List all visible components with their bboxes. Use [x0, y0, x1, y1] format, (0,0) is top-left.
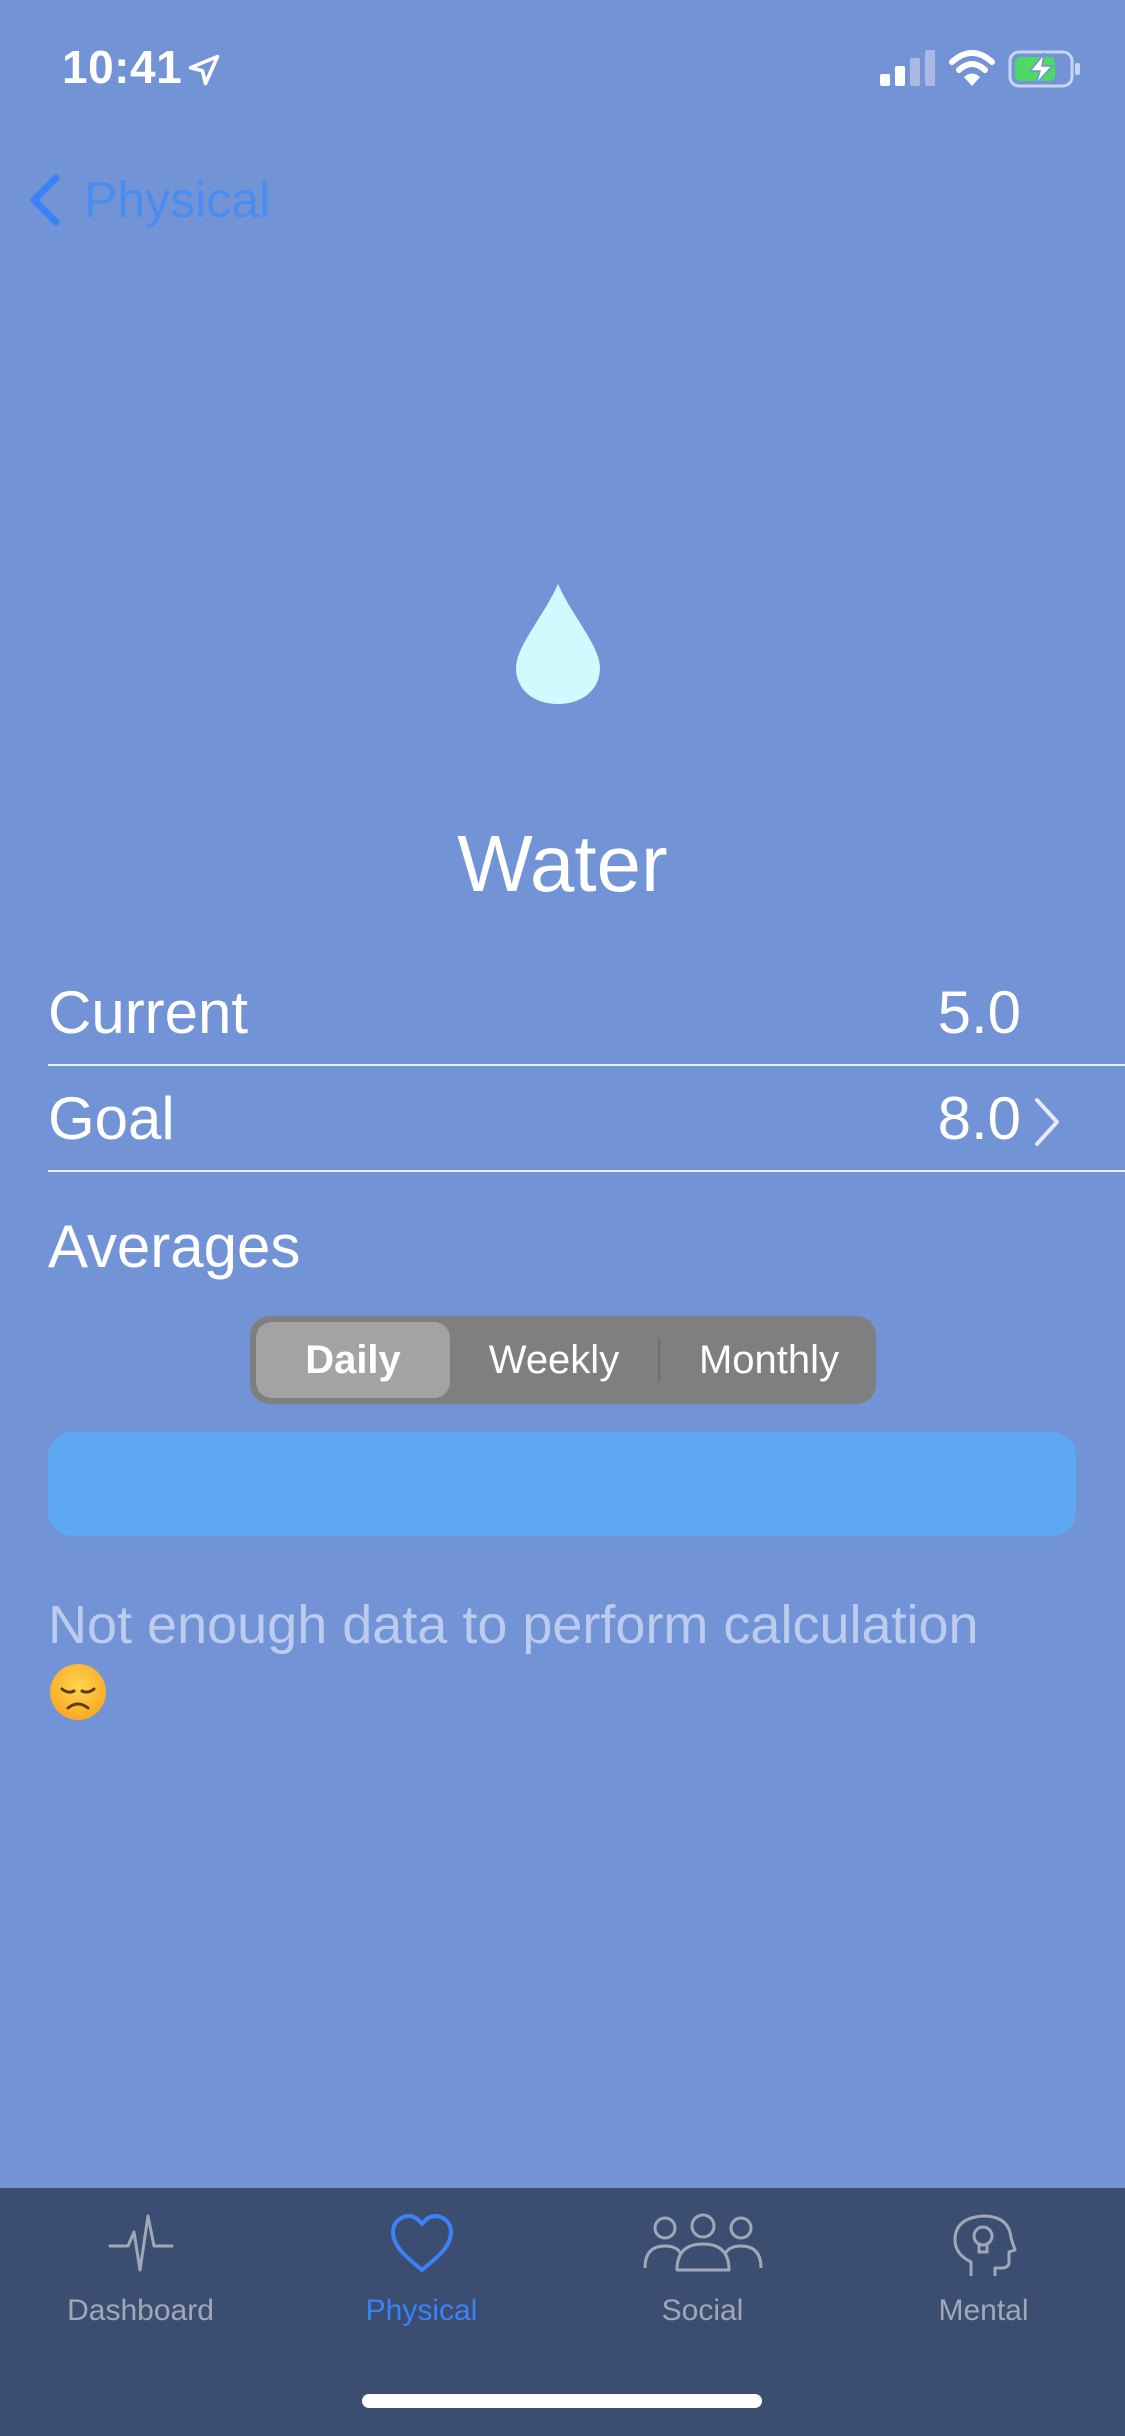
goal-row[interactable]: Goal 8.0 [48, 1066, 1125, 1172]
averages-bar [48, 1432, 1076, 1536]
tab-physical[interactable]: Physical [281, 2188, 562, 2338]
tab-physical-label: Physical [365, 2294, 478, 2327]
head-lightbulb-icon [953, 2214, 1016, 2276]
back-button[interactable]: Physical [24, 170, 270, 230]
goal-value: 8.0 [937, 1085, 1021, 1152]
heart-icon [390, 2214, 453, 2272]
location-arrow-icon [188, 54, 220, 86]
back-button-label: Physical [84, 172, 271, 228]
segment-divider [658, 1338, 660, 1382]
segment-daily[interactable]: Daily [256, 1322, 450, 1398]
tab-social[interactable]: Social [562, 2188, 843, 2338]
water-drop-icon [516, 584, 600, 704]
page-title: Water [457, 819, 668, 908]
home-indicator[interactable] [362, 2394, 762, 2408]
heartbeat-icon [108, 2214, 173, 2272]
current-label: Current [48, 979, 249, 1046]
cellular-signal-icon [880, 50, 935, 86]
chevron-right-icon [1035, 1098, 1059, 1146]
wifi-icon [949, 50, 995, 86]
goal-label: Goal [48, 1085, 175, 1152]
tab-mental-label: Mental [938, 2294, 1029, 2327]
averages-period-control: Daily Weekly Monthly [250, 1316, 876, 1404]
segment-monthly[interactable]: Monthly [666, 1322, 872, 1398]
message-text: Not enough data to perform calculation [48, 1595, 979, 1655]
tab-social-label: Social [661, 2294, 744, 2327]
current-row: Current 5.0 [48, 960, 1125, 1066]
tab-dashboard[interactable]: Dashboard [0, 2188, 281, 2338]
current-value: 5.0 [937, 979, 1021, 1046]
tab-dashboard-label: Dashboard [67, 2294, 214, 2327]
people-icon [643, 2213, 762, 2272]
segment-weekly[interactable]: Weekly [456, 1322, 652, 1398]
averages-heading: Averages [48, 1213, 301, 1280]
tab-mental[interactable]: Mental [843, 2188, 1124, 2338]
disappointed-face-icon [50, 1664, 106, 1721]
chevron-left-icon [30, 174, 60, 226]
status-time: 10:41 [62, 41, 183, 93]
battery-charging-icon [1008, 50, 1080, 88]
not-enough-data-message: Not enough data to perform calculation [48, 1590, 1088, 1733]
